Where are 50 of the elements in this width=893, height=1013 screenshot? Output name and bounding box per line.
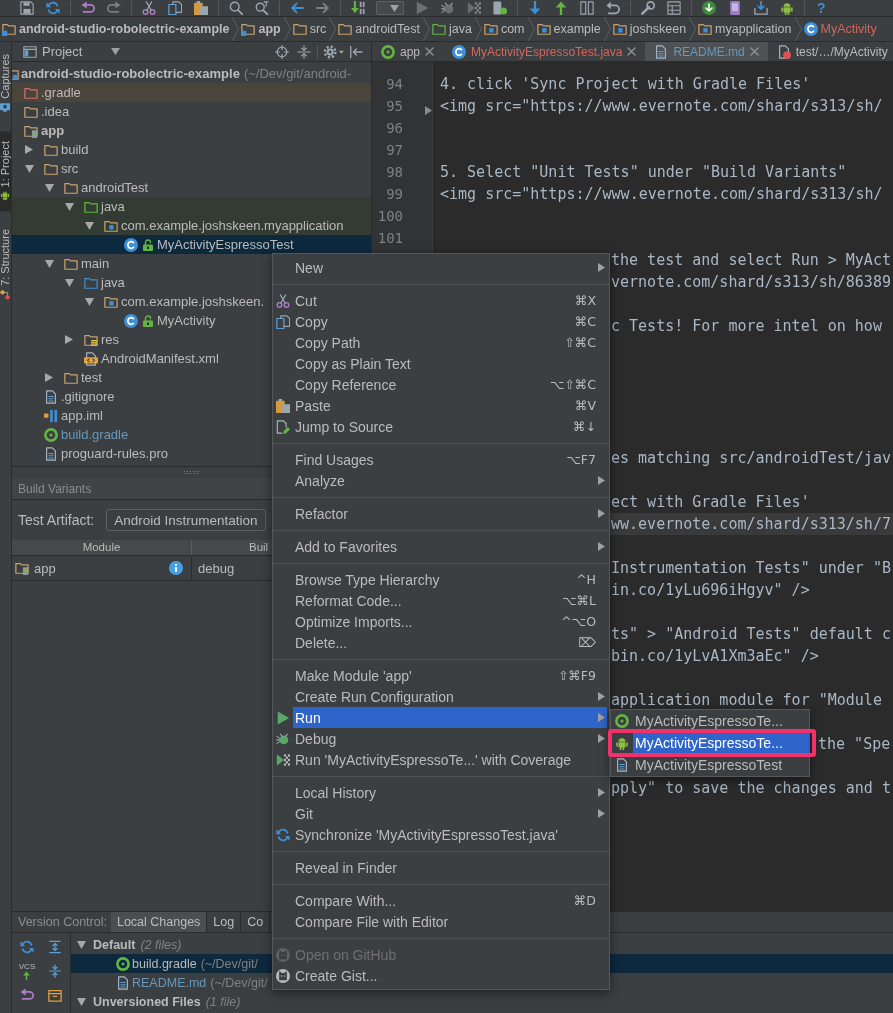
shortcut-label: ⌘C — [574, 314, 597, 329]
shortcut-label: ⌘V — [574, 398, 597, 413]
shortcut-label: ⌥F7 — [566, 452, 597, 467]
code-line: bin.co/1yLvA1Xm3aEc" /> — [611, 647, 819, 665]
shortcut-label: ⇧⌘C — [564, 335, 597, 350]
table-cell: app — [34, 560, 56, 576]
shortcut-label: ⌘D — [573, 893, 597, 908]
column-header: Buil — [248, 540, 269, 555]
code-line: application module for "Module — [611, 691, 882, 709]
code-line: c Tests! For more intel on how — [611, 317, 882, 335]
path-label: (~/Dev/git/ — [200, 956, 258, 971]
line-number: 96 — [385, 120, 403, 136]
code-line: the "Spe — [818, 735, 891, 753]
code-line: pply" to save the changes and t — [611, 779, 891, 797]
shortcut-label: ⌥⌘L — [562, 593, 597, 608]
shortcut-label: ^H — [576, 572, 597, 587]
shortcut-label: ^⌥O — [561, 614, 597, 629]
code-line: <img src="https://www.evernote.com/shard/s313/sh/ — [440, 185, 883, 203]
code-line: ect with Gradle Files' — [611, 493, 810, 511]
line-number: 95 — [385, 98, 403, 114]
panel-title: Build Variants — [18, 481, 92, 496]
line-number: 99 — [385, 186, 403, 202]
shortcut-label: ⌦ — [578, 635, 597, 650]
code-line: vernote.com/shard/s313/sh/86389 — [611, 273, 891, 291]
code-line: Instrumentation Tests" under "B — [611, 559, 891, 577]
field-label: Test Artifact: — [18, 512, 95, 528]
code-line: ww.evernote.com/shard/s313/sh/7 — [611, 515, 891, 533]
code-line: 5. Select "Unit Tests" under "Build Variants" — [440, 163, 847, 181]
path-label: (~/Dev/git/ — [210, 975, 268, 990]
code-line: ts" > "Android Tests" default c — [611, 625, 891, 643]
line-number: 97 — [385, 142, 403, 158]
code-line: <img src="https://www.evernote.com/shard/s313/sh/ — [440, 97, 883, 115]
shortcut-label: ⌘↓ — [573, 419, 597, 434]
code-line: in.co/1yLu696iHgyv" /> — [611, 581, 810, 599]
code-line: 4. click 'Sync Project with Gradle Files' — [440, 75, 811, 93]
shortcut-label: ⌥⇧⌘C — [549, 377, 597, 392]
shortcut-label: ⌘X — [574, 293, 597, 308]
table-cell: debug — [198, 560, 235, 576]
path-label: (~/Dev/git/android- — [243, 66, 352, 81]
panel-title: Version Control: — [17, 915, 108, 929]
file-count: (1 file) — [205, 994, 241, 1009]
file-count: (2 files) — [140, 937, 182, 952]
line-number: 100 — [376, 208, 403, 224]
line-number: 98 — [385, 164, 403, 180]
line-number: 94 — [385, 76, 403, 92]
code-line: es matching src/androidTest/jav — [611, 449, 891, 467]
column-header: Module — [12, 540, 192, 555]
code-line: the test and select Run > MyAct — [611, 251, 891, 269]
line-number: 101 — [376, 230, 403, 246]
shortcut-label: ⇧⌘F9 — [557, 668, 597, 683]
